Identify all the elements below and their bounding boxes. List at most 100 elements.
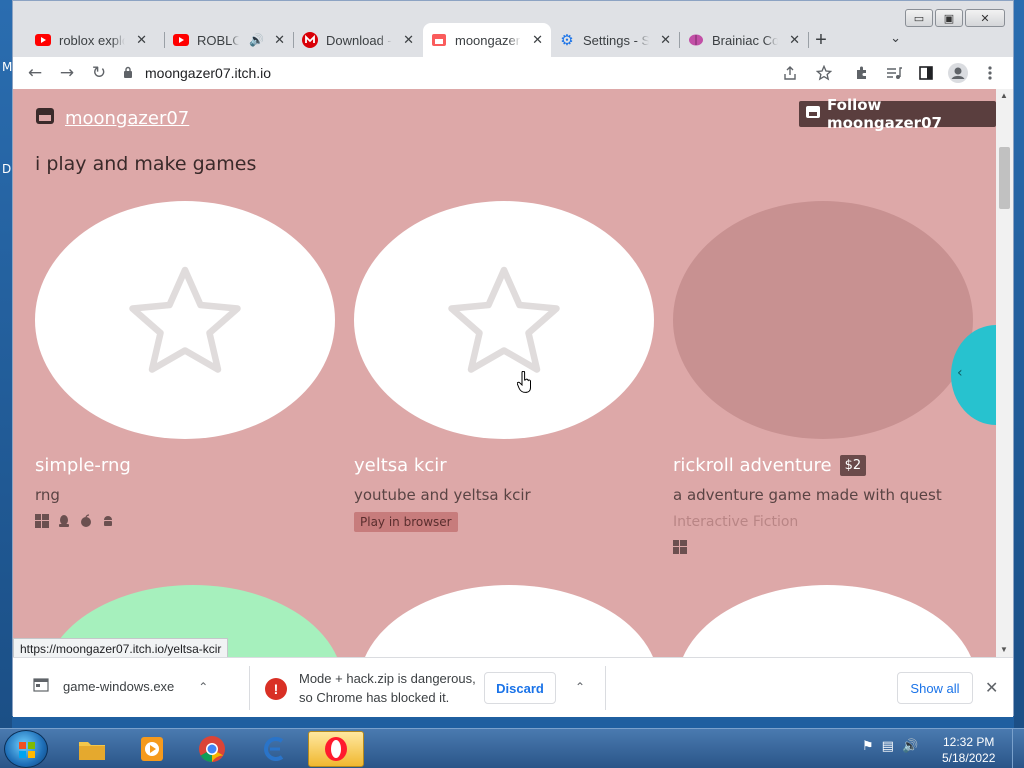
youtube-icon xyxy=(173,32,189,48)
tab-moongazer[interactable]: moongazer ✕ xyxy=(423,23,551,57)
tab-settings[interactable]: ⚙ Settings - S ✕ xyxy=(551,23,679,57)
speaker-icon[interactable]: 🔊 xyxy=(249,33,264,47)
tab-download[interactable]: Download - ✕ xyxy=(294,23,422,57)
tab-close-icon[interactable]: ✕ xyxy=(274,33,285,48)
forward-button[interactable]: → xyxy=(53,59,81,87)
desktop-edge-right xyxy=(1014,0,1024,728)
game-description: rng xyxy=(35,486,60,504)
reload-button[interactable]: ↻ xyxy=(85,59,113,87)
scroll-up-icon[interactable]: ▲ xyxy=(1000,91,1008,100)
bookmark-star-icon[interactable] xyxy=(811,59,837,87)
volume-icon[interactable]: 🔊 xyxy=(902,739,918,754)
game-thumbnail[interactable] xyxy=(359,585,659,657)
tab-close-icon[interactable]: ✕ xyxy=(789,33,800,48)
itchio-icon xyxy=(431,32,447,48)
scroll-down-icon[interactable]: ▼ xyxy=(1000,645,1008,654)
opera-taskbar-icon[interactable] xyxy=(308,731,364,767)
windows-icon xyxy=(35,514,49,532)
tab-close-icon[interactable]: ✕ xyxy=(660,33,671,48)
itchio-logo-icon xyxy=(805,105,821,123)
address-bar[interactable]: moongazer07.itch.io xyxy=(123,59,843,87)
tab-title: ROBLOX xyxy=(197,32,239,48)
profile-avatar[interactable] xyxy=(945,59,971,87)
tab-roblox[interactable]: ROBLOX 🔊 ✕ xyxy=(165,23,293,57)
tab-close-icon[interactable]: ✕ xyxy=(136,33,147,48)
tab-strip: roblox explo ✕ ROBLOX 🔊 ✕ Download - ✕ m… xyxy=(13,23,1013,57)
side-panel-icon[interactable] xyxy=(913,59,939,87)
media-player-taskbar-icon[interactable] xyxy=(124,731,180,767)
chevron-up-icon[interactable]: ⌃ xyxy=(198,680,208,694)
follow-label: Follow moongazer07 xyxy=(827,96,942,132)
download-shelf: game-windows.exe ⌃ ! Mode + hack.zip is … xyxy=(13,657,1013,717)
brain-icon xyxy=(688,32,704,48)
show-all-button[interactable]: Show all xyxy=(897,672,973,704)
toolbar-right xyxy=(849,59,1003,87)
follow-button[interactable]: Follow moongazer07 xyxy=(799,96,996,132)
hand-cursor-icon xyxy=(516,370,533,397)
game-thumbnail[interactable] xyxy=(354,201,654,439)
warning-line: so Chrome has blocked it. xyxy=(299,690,450,705)
windows-icon xyxy=(673,540,687,558)
windows-taskbar: ⚑ ▤ 🔊 12:32 PM 5/18/2022 xyxy=(0,728,1024,768)
back-button[interactable]: ← xyxy=(21,59,49,87)
game-title[interactable]: yeltsa kcir xyxy=(354,455,654,476)
apple-icon xyxy=(79,514,93,532)
url-text[interactable]: moongazer07.itch.io xyxy=(145,65,271,81)
clock-time: 12:32 PM xyxy=(943,735,995,749)
game-card-simple-rng[interactable]: simple-rng rng xyxy=(35,201,335,532)
lock-icon[interactable] xyxy=(123,66,133,81)
itchio-logo-icon[interactable] xyxy=(35,107,55,129)
blocked-download-message: Mode + hack.zip is dangerous, so Chrome … xyxy=(299,669,476,707)
download-filename[interactable]: game-windows.exe xyxy=(63,679,174,694)
game-card-rickroll-adventure[interactable]: rickroll adventure $2 a adventure game m… xyxy=(673,201,973,558)
tab-roblox-explo[interactable]: roblox explo ✕ xyxy=(27,23,155,57)
price-badge: $2 xyxy=(839,455,867,476)
chrome-taskbar-icon[interactable] xyxy=(184,731,240,767)
youtube-icon xyxy=(35,32,51,48)
taskbar-clock[interactable]: 12:32 PM 5/18/2022 xyxy=(942,734,995,766)
tab-close-icon[interactable]: ✕ xyxy=(532,33,543,48)
tab-close-icon[interactable]: ✕ xyxy=(403,33,414,48)
status-bar-url: https://moongazer07.itch.io/yeltsa-kcir xyxy=(13,638,229,657)
brand-link[interactable]: moongazer07 xyxy=(65,108,189,129)
game-title[interactable]: rickroll adventure $2 xyxy=(673,455,973,476)
desktop-icon-label: D xyxy=(2,162,12,176)
scroll-thumb[interactable] xyxy=(999,147,1010,209)
game-thumbnail[interactable] xyxy=(673,201,973,439)
explorer-taskbar-icon[interactable] xyxy=(64,731,120,767)
app-taskbar-icon[interactable] xyxy=(246,731,302,767)
game-card-yeltsa-kcir[interactable]: yeltsa kcir youtube and yeltsa kcir Play… xyxy=(354,201,654,532)
omnibox-actions xyxy=(777,59,837,87)
download-separator xyxy=(249,666,250,710)
download-item[interactable]: game-windows.exe ⌃ xyxy=(33,678,208,695)
game-title-text[interactable]: yeltsa kcir xyxy=(354,455,447,476)
network-icon[interactable]: ▤ xyxy=(882,739,894,754)
play-in-browser-badge: Play in browser xyxy=(354,512,458,532)
tab-search-button[interactable]: ⌄ xyxy=(890,31,901,46)
star-placeholder-icon xyxy=(448,266,560,373)
extensions-icon[interactable] xyxy=(849,59,875,87)
game-thumbnail[interactable] xyxy=(677,585,977,657)
clock-date: 5/18/2022 xyxy=(942,751,996,765)
discard-button[interactable]: Discard xyxy=(484,672,556,704)
new-tab-button[interactable]: + xyxy=(809,23,833,57)
tab-brainiac[interactable]: Brainiac Co ✕ xyxy=(680,23,808,57)
kebab-menu-icon[interactable] xyxy=(977,59,1003,87)
chevron-up-icon[interactable]: ⌃ xyxy=(575,680,585,694)
danger-icon: ! xyxy=(265,678,287,700)
show-desktop-button[interactable] xyxy=(1012,729,1024,768)
action-center-flag-icon[interactable]: ⚑ xyxy=(862,739,874,754)
game-title-text[interactable]: simple-rng xyxy=(35,455,131,476)
page-scrollbar[interactable]: ▲ ▼ xyxy=(996,89,1013,657)
tab-title: roblox explo xyxy=(59,32,125,48)
android-icon xyxy=(101,514,115,532)
game-title[interactable]: simple-rng xyxy=(35,455,335,476)
linux-icon xyxy=(57,514,71,532)
close-shelf-icon[interactable]: ✕ xyxy=(985,678,998,697)
share-icon[interactable] xyxy=(777,59,803,87)
game-title-text[interactable]: rickroll adventure xyxy=(673,455,832,476)
media-controls-icon[interactable] xyxy=(881,59,907,87)
platform-list xyxy=(35,514,335,532)
start-button[interactable] xyxy=(4,730,48,768)
game-thumbnail[interactable] xyxy=(35,201,335,439)
